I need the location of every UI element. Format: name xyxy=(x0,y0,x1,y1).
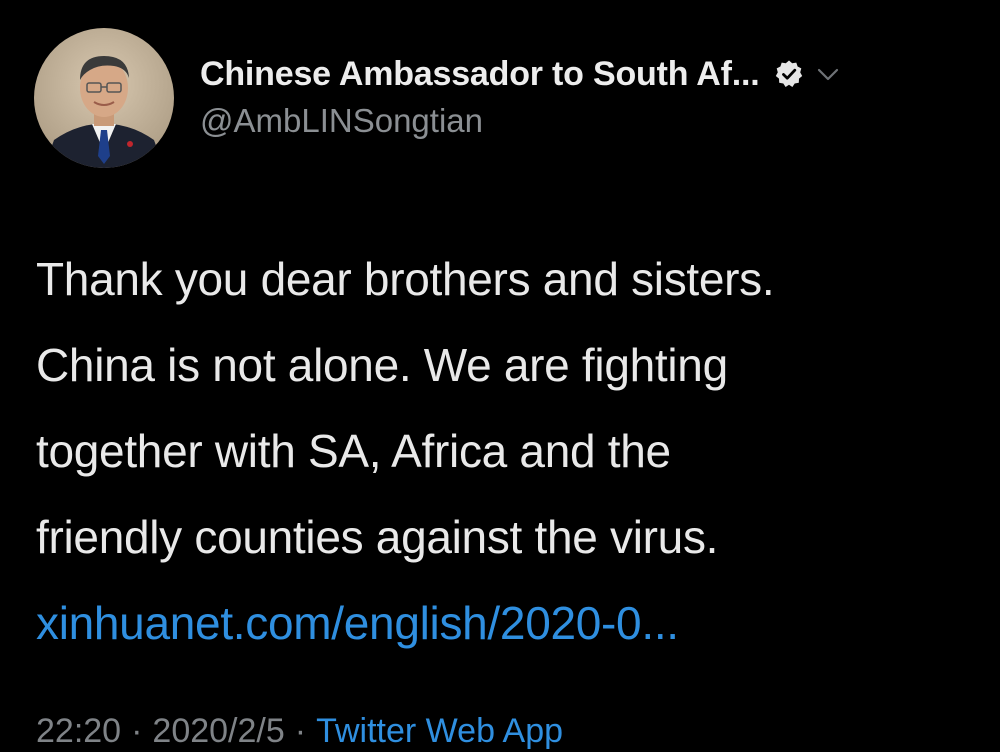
meta-separator: · xyxy=(294,712,307,750)
tweet-text-line: China is not alone. We are fighting xyxy=(36,339,728,391)
author-name-row: Chinese Ambassador to South Af... xyxy=(200,52,842,96)
author-handle[interactable]: @AmbLINSongtian xyxy=(200,102,483,140)
tweet-text-line: friendly counties against the virus. xyxy=(36,511,719,563)
avatar[interactable] xyxy=(34,28,174,168)
tweet-text-line: together with SA, Africa and the xyxy=(36,425,671,477)
verified-badge-icon xyxy=(774,59,804,89)
tweet-source-link[interactable]: Twitter Web App xyxy=(316,712,563,750)
avatar-image xyxy=(34,28,174,168)
chevron-down-icon[interactable] xyxy=(814,60,842,88)
tweet-body: Thank you dear brothers and sisters. Chi… xyxy=(36,236,986,666)
meta-separator: · xyxy=(131,712,143,750)
tweet-card: Chinese Ambassador to South Af... @AmbLI… xyxy=(0,0,1000,752)
tweet-time[interactable]: 22:20 xyxy=(36,712,121,750)
author-display-name[interactable]: Chinese Ambassador to South Af... xyxy=(200,55,760,94)
tweet-link[interactable]: xinhuanet.com/english/2020-0... xyxy=(36,580,986,666)
tweet-text-line: Thank you dear brothers and sisters. xyxy=(36,253,775,305)
tweet-date[interactable]: 2020/2/5 xyxy=(152,712,284,750)
tweet-meta: 22:20 · 2020/2/5 · Twitter Web App xyxy=(36,712,563,751)
